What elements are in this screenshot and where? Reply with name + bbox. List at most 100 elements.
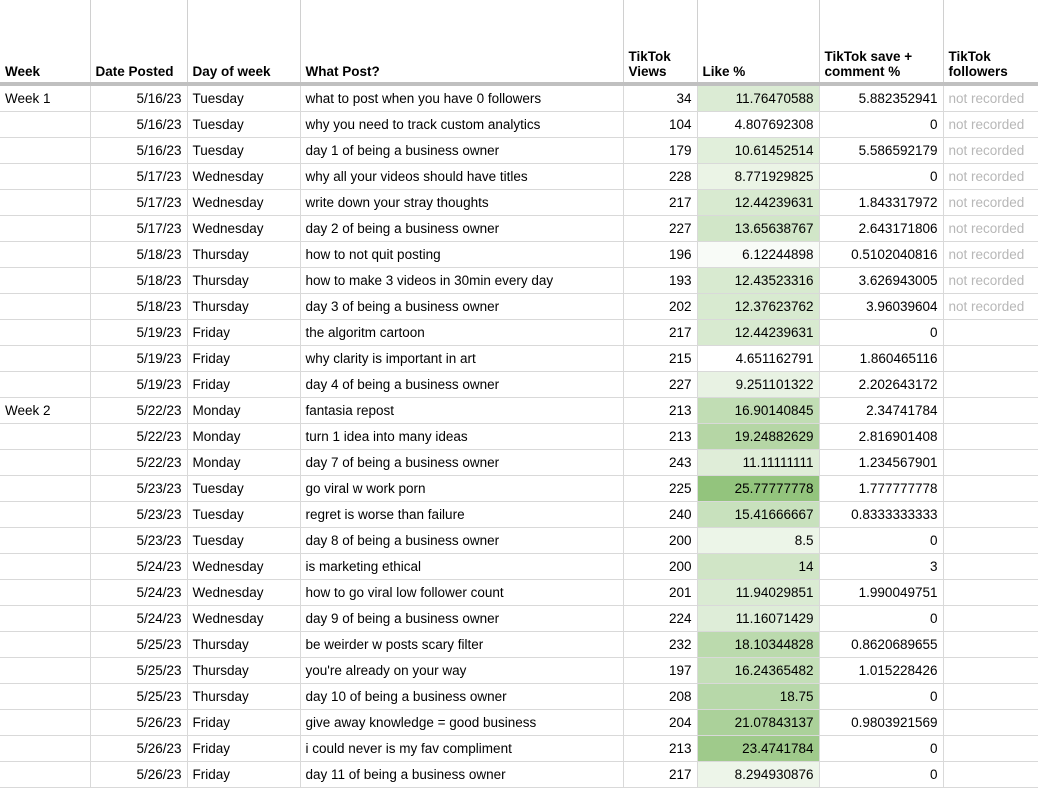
cell-week[interactable] [0, 631, 91, 658]
cell-like-percent[interactable]: 8.771929825 [697, 163, 820, 190]
cell-tiktok-followers[interactable]: not recorded [943, 293, 1038, 320]
cell-tiktok-views[interactable]: 200 [623, 527, 698, 554]
cell-tiktok-views[interactable]: 179 [623, 137, 698, 164]
cell-date-posted[interactable]: 5/17/23 [90, 189, 188, 216]
cell-save-comment-pct[interactable]: 2.202643172 [819, 371, 944, 398]
cell-save-comment-pct[interactable]: 1.234567901 [819, 449, 944, 476]
column-header-day-of-week[interactable]: Day of week [187, 0, 301, 86]
cell-tiktok-views[interactable]: 240 [623, 501, 698, 528]
cell-like-percent[interactable]: 11.16071429 [697, 605, 820, 632]
cell-tiktok-followers[interactable]: not recorded [943, 241, 1038, 268]
cell-like-percent[interactable]: 11.76470588 [697, 84, 820, 112]
cell-date-posted[interactable]: 5/24/23 [90, 553, 188, 580]
cell-week[interactable] [0, 345, 91, 372]
cell-what-post[interactable]: how to go viral low follower count [300, 579, 624, 606]
cell-save-comment-pct[interactable]: 0 [819, 319, 944, 346]
cell-what-post[interactable]: the algoritm cartoon [300, 319, 624, 346]
cell-tiktok-followers[interactable]: not recorded [943, 189, 1038, 216]
cell-tiktok-followers[interactable]: 0 [943, 709, 1038, 736]
cell-save-comment-pct[interactable]: 1.843317972 [819, 189, 944, 216]
cell-tiktok-views[interactable]: 202 [623, 293, 698, 320]
cell-like-percent[interactable]: 12.43523316 [697, 267, 820, 294]
cell-day-of-week[interactable]: Friday [187, 371, 301, 398]
cell-what-post[interactable]: day 9 of being a business owner [300, 605, 624, 632]
column-header-save-comment-pct[interactable]: TikTok save + comment % [819, 0, 944, 86]
cell-date-posted[interactable]: 5/25/23 [90, 657, 188, 684]
cell-day-of-week[interactable]: Thursday [187, 657, 301, 684]
cell-what-post[interactable]: day 8 of being a business owner [300, 527, 624, 554]
cell-day-of-week[interactable]: Friday [187, 761, 301, 788]
cell-like-percent[interactable]: 10.61452514 [697, 137, 820, 164]
cell-date-posted[interactable]: 5/18/23 [90, 241, 188, 268]
cell-save-comment-pct[interactable]: 1.860465116 [819, 345, 944, 372]
cell-day-of-week[interactable]: Friday [187, 319, 301, 346]
cell-week[interactable] [0, 449, 91, 476]
cell-day-of-week[interactable]: Tuesday [187, 475, 301, 502]
cell-week[interactable] [0, 657, 91, 684]
cell-week[interactable] [0, 761, 91, 788]
cell-like-percent[interactable]: 19.24882629 [697, 423, 820, 450]
cell-what-post[interactable]: is marketing ethical [300, 553, 624, 580]
cell-tiktok-views[interactable]: 217 [623, 189, 698, 216]
cell-like-percent[interactable]: 12.44239631 [697, 189, 820, 216]
cell-what-post[interactable]: why clarity is important in art [300, 345, 624, 372]
cell-date-posted[interactable]: 5/26/23 [90, 709, 188, 736]
cell-week[interactable] [0, 241, 91, 268]
cell-date-posted[interactable]: 5/17/23 [90, 163, 188, 190]
cell-day-of-week[interactable]: Friday [187, 735, 301, 762]
cell-date-posted[interactable]: 5/25/23 [90, 631, 188, 658]
cell-what-post[interactable]: day 7 of being a business owner [300, 449, 624, 476]
cell-tiktok-followers[interactable]: 2 [943, 761, 1038, 788]
cell-tiktok-followers[interactable]: 0 [943, 423, 1038, 450]
cell-date-posted[interactable]: 5/25/23 [90, 683, 188, 710]
cell-tiktok-followers[interactable]: 3 [943, 371, 1038, 398]
cell-save-comment-pct[interactable]: 0.9803921569 [819, 709, 944, 736]
cell-save-comment-pct[interactable]: 1.990049751 [819, 579, 944, 606]
cell-save-comment-pct[interactable]: 3 [819, 553, 944, 580]
cell-tiktok-views[interactable]: 225 [623, 475, 698, 502]
cell-date-posted[interactable]: 5/19/23 [90, 345, 188, 372]
cell-day-of-week[interactable]: Wednesday [187, 553, 301, 580]
cell-date-posted[interactable]: 5/24/23 [90, 579, 188, 606]
cell-like-percent[interactable]: 11.11111111 [697, 449, 820, 476]
cell-date-posted[interactable]: 5/26/23 [90, 761, 188, 788]
cell-date-posted[interactable]: 5/24/23 [90, 605, 188, 632]
cell-what-post[interactable]: day 4 of being a business owner [300, 371, 624, 398]
cell-tiktok-views[interactable]: 196 [623, 241, 698, 268]
cell-save-comment-pct[interactable]: 0 [819, 605, 944, 632]
cell-tiktok-followers[interactable]: 1 [943, 475, 1038, 502]
cell-day-of-week[interactable]: Monday [187, 397, 301, 424]
cell-date-posted[interactable]: 5/16/23 [90, 111, 188, 138]
cell-like-percent[interactable]: 9.251101322 [697, 371, 820, 398]
cell-tiktok-followers[interactable]: 0 [943, 605, 1038, 632]
cell-what-post[interactable]: fantasia repost [300, 397, 624, 424]
cell-like-percent[interactable]: 16.24365482 [697, 657, 820, 684]
cell-tiktok-views[interactable]: 228 [623, 163, 698, 190]
cell-date-posted[interactable]: 5/17/23 [90, 215, 188, 242]
cell-day-of-week[interactable]: Thursday [187, 293, 301, 320]
cell-date-posted[interactable]: 5/23/23 [90, 527, 188, 554]
cell-save-comment-pct[interactable]: 0 [819, 527, 944, 554]
cell-what-post[interactable]: how to make 3 videos in 30min every day [300, 267, 624, 294]
cell-like-percent[interactable]: 18.10344828 [697, 631, 820, 658]
cell-save-comment-pct[interactable]: 0.8620689655 [819, 631, 944, 658]
cell-tiktok-followers[interactable]: not recorded [943, 111, 1038, 138]
cell-date-posted[interactable]: 5/16/23 [90, 84, 188, 112]
cell-like-percent[interactable]: 8.5 [697, 527, 820, 554]
cell-week[interactable] [0, 267, 91, 294]
cell-save-comment-pct[interactable]: 1.015228426 [819, 657, 944, 684]
cell-tiktok-views[interactable]: 227 [623, 215, 698, 242]
cell-save-comment-pct[interactable]: 1.777777778 [819, 475, 944, 502]
cell-week[interactable]: Week 1 [0, 84, 91, 112]
cell-save-comment-pct[interactable]: 0 [819, 735, 944, 762]
cell-save-comment-pct[interactable]: 0.8333333333 [819, 501, 944, 528]
cell-day-of-week[interactable]: Thursday [187, 683, 301, 710]
cell-what-post[interactable]: turn 1 idea into many ideas [300, 423, 624, 450]
cell-week[interactable] [0, 371, 91, 398]
cell-tiktok-followers[interactable]: 3 [943, 579, 1038, 606]
cell-tiktok-views[interactable]: 215 [623, 345, 698, 372]
cell-tiktok-views[interactable]: 34 [623, 84, 698, 112]
cell-like-percent[interactable]: 8.294930876 [697, 761, 820, 788]
cell-day-of-week[interactable]: Friday [187, 345, 301, 372]
cell-day-of-week[interactable]: Tuesday [187, 501, 301, 528]
